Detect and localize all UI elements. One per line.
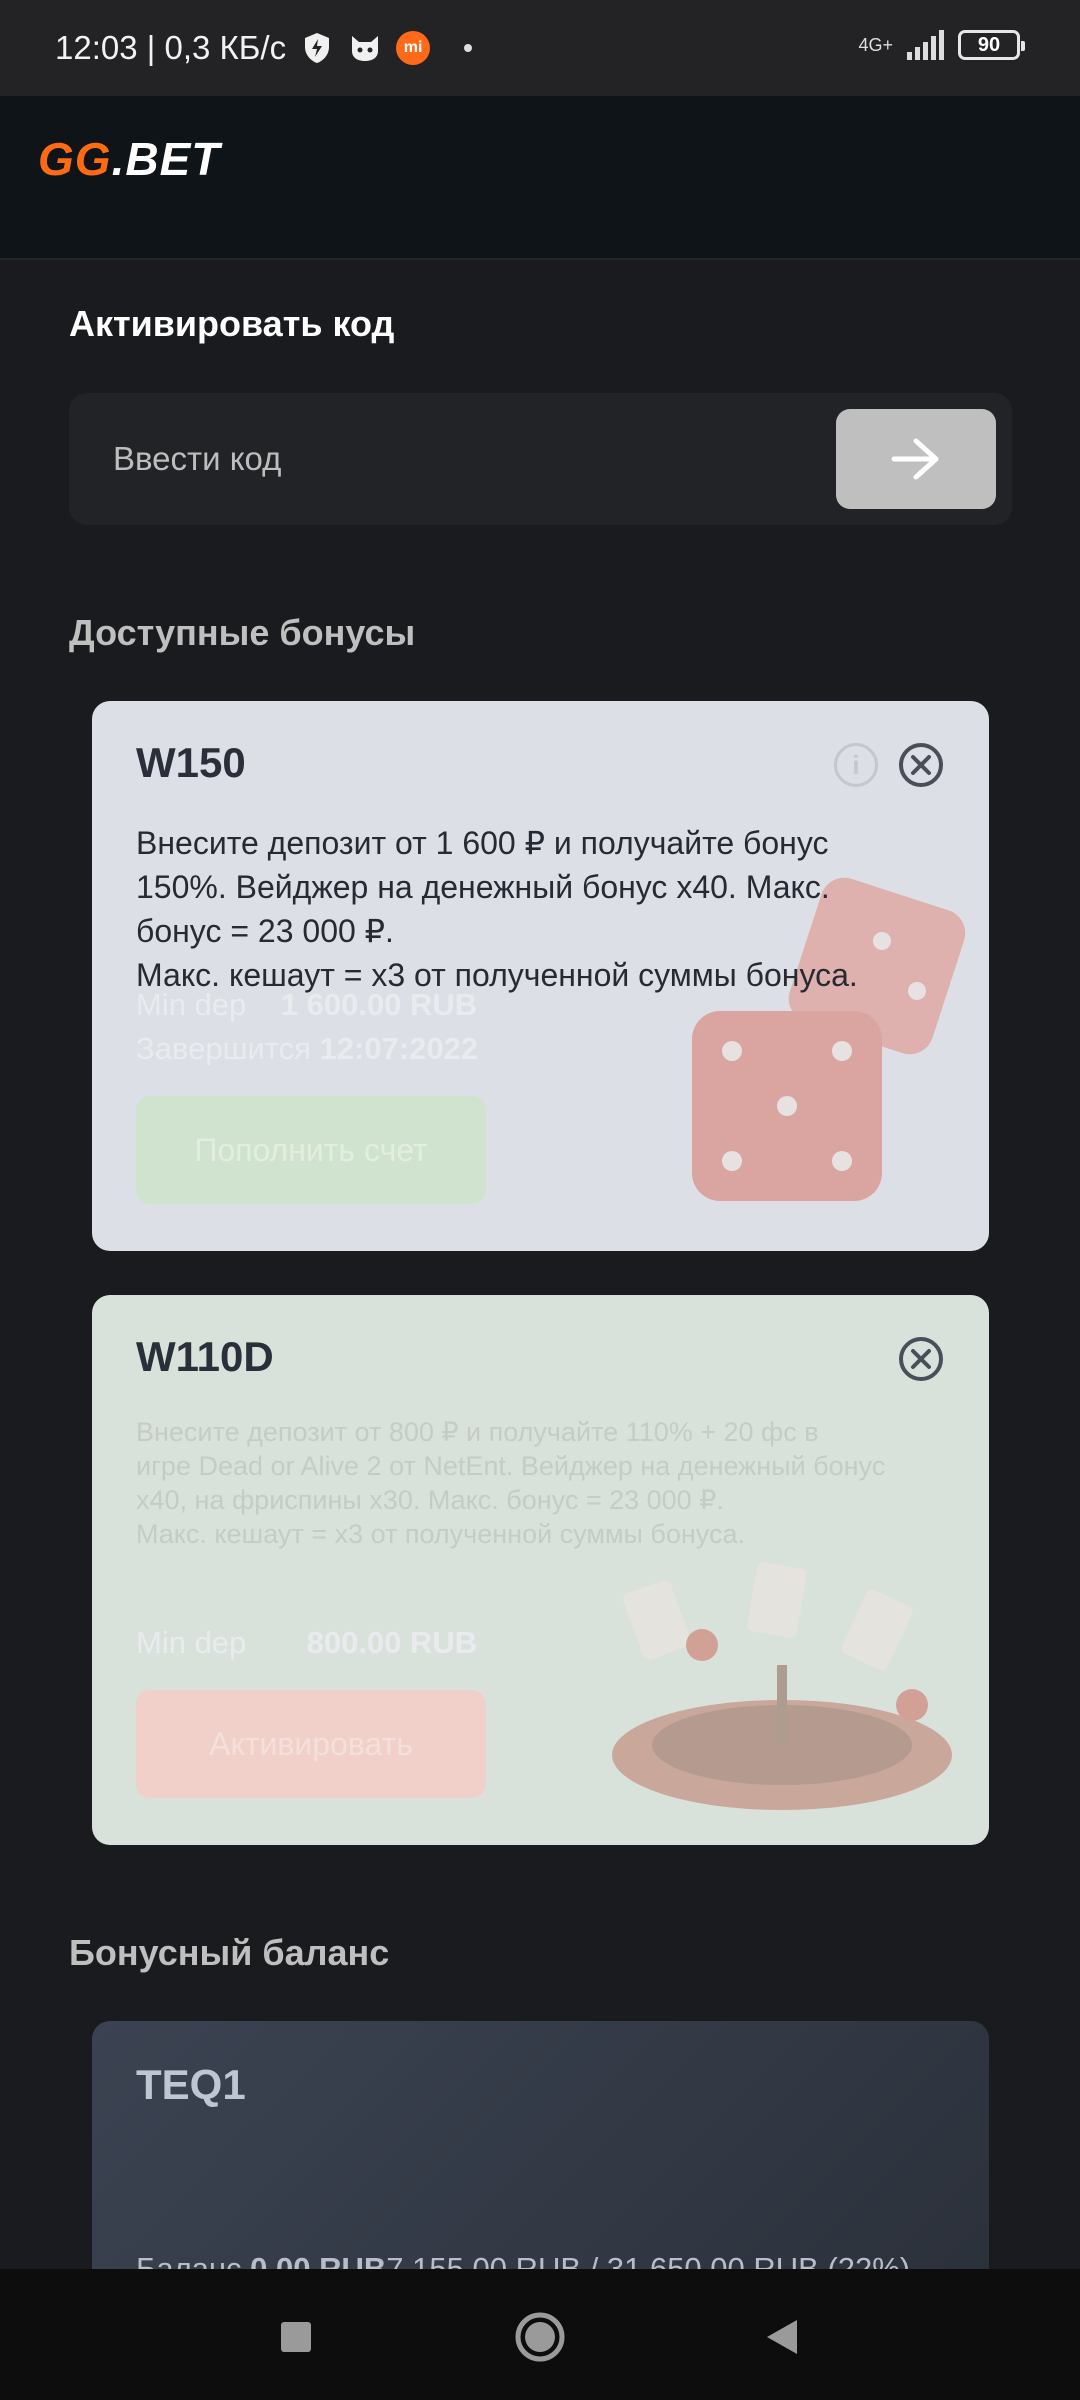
status-bar: 12:03 | 0,3 КБ/с mi 4G+ 90 (0, 0, 1080, 96)
bonus-code: W110D (136, 1333, 274, 1380)
triangle-back-icon (767, 2320, 797, 2354)
status-time-speed: 12:03 | 0,3 КБ/с (55, 29, 287, 66)
bonus-card-w110d: W110D Внесите депозит от 800 ₽ и получай… (92, 1295, 989, 1845)
arrow-right-icon (891, 438, 939, 480)
close-icon[interactable] (899, 743, 943, 787)
home-button[interactable] (510, 2307, 570, 2367)
circle-icon (515, 2312, 565, 2362)
info-icon[interactable]: i (834, 743, 878, 787)
min-deposit-row: Min dep 800.00 RUB (136, 1625, 478, 1660)
recent-apps-button[interactable] (266, 2307, 326, 2367)
promo-code-form (69, 393, 1012, 525)
shield-bolt-icon (300, 31, 334, 65)
bonus-description: Внесите депозит от 800 ₽ и получайте 110… (136, 1417, 886, 1549)
roulette-icon (612, 1562, 952, 1810)
expiry-row: Завершится 12:07:2022 (136, 1031, 479, 1066)
bonus-code: W150 (136, 739, 246, 786)
bonus-balance-code: TEQ1 (136, 2061, 246, 2108)
promo-code-input[interactable] (113, 429, 813, 489)
system-nav-bar (0, 2269, 1080, 2400)
bonus-card-w150: W150 i Внесите депозит от 1 600 ₽ и полу… (92, 701, 989, 1251)
close-icon[interactable] (899, 1337, 943, 1381)
bonus-balance-title: Бонусный баланс (69, 1932, 390, 1973)
activate-code-title: Активировать код (69, 303, 395, 344)
battery-icon: 90 (958, 30, 1025, 60)
min-deposit-row: Min dep 1 600.00 RUB (136, 987, 478, 1022)
bonus-description: Внесите депозит от 1 600 ₽ и получайте б… (136, 825, 858, 993)
mi-app-icon: mi (396, 31, 431, 65)
available-bonuses-title: Доступные бонусы (69, 612, 416, 653)
app-header: GG.BET (0, 96, 1080, 260)
square-icon (281, 2322, 311, 2352)
activate-button[interactable]: Активировать (136, 1690, 486, 1798)
submit-code-button[interactable] (836, 409, 996, 509)
notification-dot-icon (464, 44, 473, 52)
back-button[interactable] (752, 2307, 812, 2367)
screen: 12:03 | 0,3 КБ/с mi 4G+ 90 GG.BET Активи… (0, 0, 1080, 2400)
battery-level: 90 (977, 33, 1001, 56)
deposit-button[interactable]: Пополнить счет (136, 1096, 486, 1204)
ggbet-logo[interactable]: GG.BET (38, 132, 220, 186)
signal-strength-icon (907, 30, 944, 60)
network-type: 4G+ (858, 35, 893, 55)
cat-icon (348, 31, 382, 65)
